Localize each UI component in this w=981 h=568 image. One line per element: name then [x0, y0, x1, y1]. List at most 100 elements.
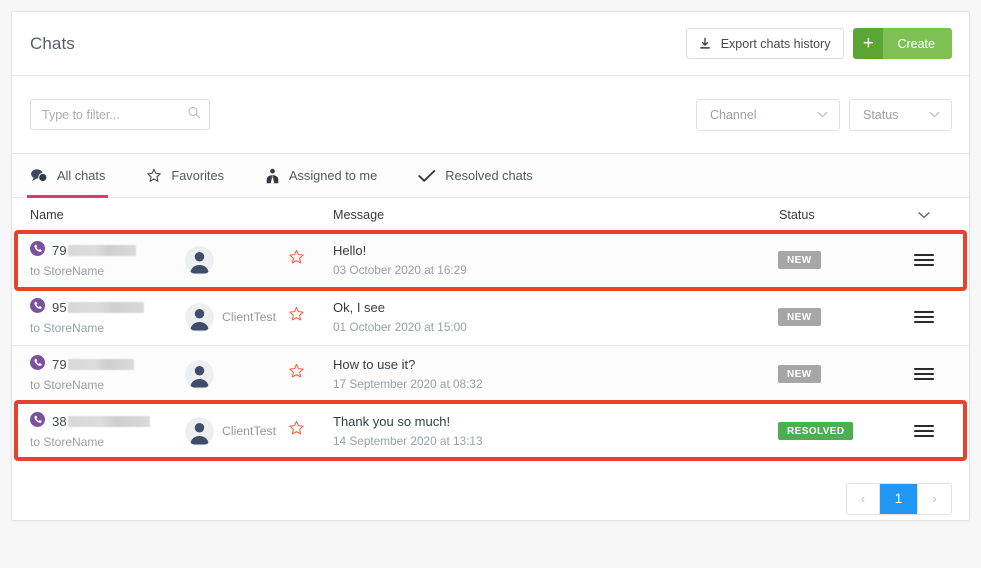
status-badge: RESOLVED — [778, 422, 854, 440]
pagination: ‹ 1 › — [846, 482, 952, 515]
column-header-status: Status — [779, 207, 815, 222]
sort-toggle[interactable] — [896, 208, 952, 222]
table-row[interactable]: 79 to StoreName — [12, 232, 969, 289]
chats-page: Chats Export chats history + Create Type… — [0, 0, 981, 568]
redacted-phone-digits — [67, 416, 150, 427]
redacted-phone-digits — [67, 245, 136, 256]
contact-block: 38 to StoreName — [30, 411, 185, 449]
table-header: Name Message Status — [12, 198, 969, 232]
message-text: Thank you so much! — [333, 414, 451, 429]
contact-block: 79 to StoreName — [30, 240, 185, 278]
pagination-next[interactable]: › — [918, 483, 951, 514]
row-menu-button[interactable] — [896, 368, 952, 380]
contact-block: 95 to StoreName — [30, 297, 185, 335]
client-block — [185, 359, 288, 389]
tab-resolved-chats[interactable]: Resolved chats — [418, 154, 551, 197]
contact-phone-prefix: 79 — [52, 357, 67, 372]
table-row[interactable]: 38 to StoreName ClientTest Thank you so … — [12, 403, 969, 460]
row-menu-button[interactable] — [896, 254, 952, 266]
viber-icon — [30, 297, 45, 318]
hamburger-menu-icon — [914, 254, 934, 266]
avatar — [185, 302, 214, 332]
chevron-down-icon — [918, 208, 930, 222]
row-name-cell: 79 to StoreName — [30, 240, 333, 278]
tab-assigned-to-me[interactable]: Assigned to me — [265, 154, 395, 197]
row-menu-button[interactable] — [896, 425, 952, 437]
message-text: Ok, I see — [333, 300, 386, 315]
row-status-cell: NEW — [778, 251, 896, 269]
message-date: 03 October 2020 at 16:29 — [333, 263, 467, 277]
contact-phone: 95 — [52, 300, 144, 315]
favorite-toggle[interactable] — [288, 249, 330, 271]
hamburger-menu-icon — [914, 425, 934, 437]
column-header-message: Message — [333, 207, 385, 222]
favorite-toggle[interactable] — [288, 306, 330, 328]
channel-select[interactable]: Channel — [696, 98, 840, 131]
favorite-toggle[interactable] — [288, 420, 330, 442]
chevron-down-icon — [929, 111, 940, 118]
check-icon — [418, 169, 436, 183]
row-message-cell: How to use it? 17 September 2020 at 08:3… — [333, 357, 778, 391]
viber-icon — [30, 354, 45, 375]
client-name: ClientTest — [222, 310, 276, 324]
store-name: to StoreName — [30, 435, 105, 449]
filter-selects: Channel Status — [696, 98, 952, 131]
user-badge-icon — [265, 168, 280, 184]
table-row[interactable]: 79 to StoreName — [12, 346, 969, 403]
star-outline-icon — [288, 363, 305, 385]
favorite-toggle[interactable] — [288, 363, 330, 385]
header-actions: Export chats history + Create — [685, 28, 952, 59]
contact-phone-line: 95 — [30, 297, 185, 318]
create-button-label: Create — [883, 28, 952, 59]
chevron-down-icon — [817, 111, 828, 118]
star-outline-icon — [288, 420, 305, 442]
tab-favorites[interactable]: Favorites — [146, 154, 242, 197]
status-select[interactable]: Status — [849, 98, 952, 131]
row-name-cell: 79 to StoreName — [30, 354, 333, 392]
search-input[interactable] — [30, 99, 210, 130]
pagination-bar: ‹ 1 › — [12, 460, 969, 537]
tab-all-chats[interactable]: All chats — [26, 154, 123, 198]
table-row[interactable]: 95 to StoreName ClientTest Ok, I see 01 … — [12, 289, 969, 346]
hamburger-menu-icon — [914, 368, 934, 380]
contact-phone-prefix: 95 — [52, 300, 67, 315]
store-name: to StoreName — [30, 264, 105, 278]
contact-phone-line: 79 — [30, 240, 185, 259]
chats-table-body: 79 to StoreName Hello! 03 October 2020 a… — [12, 230, 969, 461]
client-block — [185, 245, 288, 275]
contact-phone: 38 — [52, 414, 150, 429]
column-header-name: Name — [30, 207, 64, 222]
card-header: Chats Export chats history + Create — [12, 12, 969, 76]
row-status-cell: RESOLVED — [778, 422, 896, 440]
star-outline-icon — [146, 168, 162, 184]
status-badge: NEW — [778, 308, 821, 326]
row-name-cell: 38 to StoreName ClientTest — [30, 411, 333, 449]
download-icon — [698, 37, 712, 51]
tab-resolved-chats-label: Resolved chats — [445, 168, 533, 183]
message-date: 14 September 2020 at 13:13 — [333, 434, 483, 448]
message-date: 17 September 2020 at 08:32 — [333, 377, 483, 391]
row-menu-button[interactable] — [896, 311, 952, 323]
avatar — [185, 359, 214, 389]
contact-phone: 79 — [52, 243, 136, 258]
pagination-prev[interactable]: ‹ — [847, 483, 880, 514]
star-outline-icon — [288, 306, 305, 328]
message-text: How to use it? — [333, 357, 416, 372]
store-name: to StoreName — [30, 378, 105, 392]
export-chats-history-label: Export chats history — [720, 36, 831, 51]
export-chats-history-button[interactable]: Export chats history — [685, 28, 845, 59]
status-badge: NEW — [778, 365, 821, 383]
create-button[interactable]: + Create — [853, 28, 952, 59]
client-name: ClientTest — [222, 424, 276, 438]
contact-phone-line: 79 — [30, 354, 185, 375]
row-status-cell: NEW — [778, 308, 896, 326]
pagination-page-1[interactable]: 1 — [880, 483, 918, 514]
chat-bubbles-icon — [30, 168, 48, 183]
row-message-cell: Thank you so much! 14 September 2020 at … — [333, 414, 778, 448]
row-message-cell: Hello! 03 October 2020 at 16:29 — [333, 243, 778, 277]
star-outline-icon — [288, 249, 305, 271]
avatar — [185, 245, 214, 275]
row-name-cell: 95 to StoreName ClientTest — [30, 297, 333, 335]
status-badge: NEW — [778, 251, 821, 269]
tab-assigned-to-me-label: Assigned to me — [289, 168, 378, 183]
